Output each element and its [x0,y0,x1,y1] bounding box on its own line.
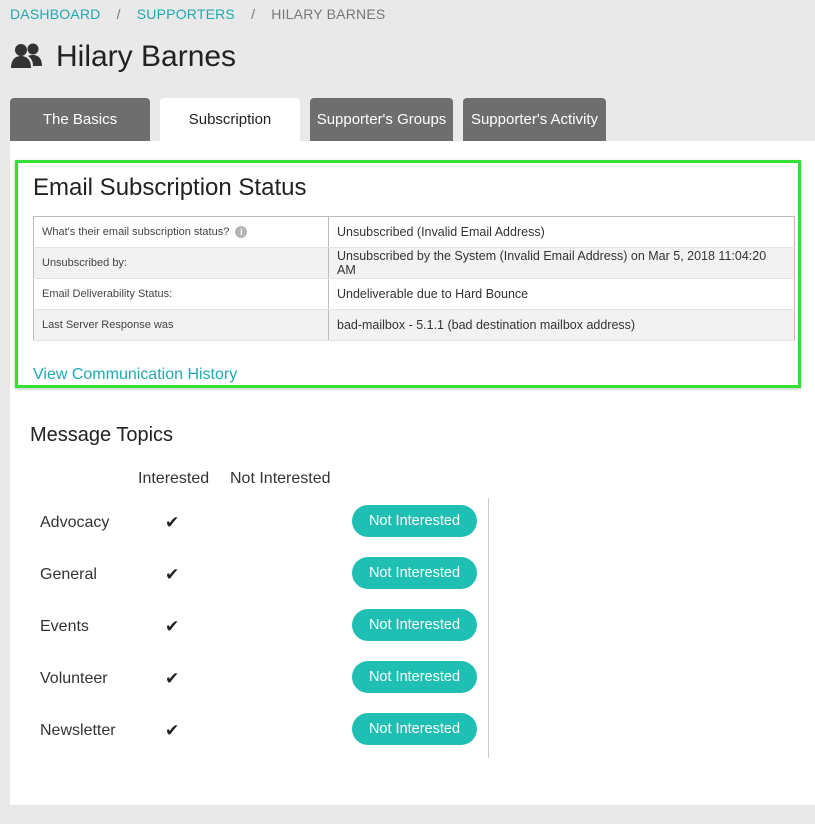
topic-name: General [40,566,97,583]
row-value: Unsubscribed by the System (Invalid Emai… [328,247,795,279]
row-label: Last Server Response was [33,309,329,341]
divider [488,498,489,758]
breadcrumb-separator: / [116,6,121,22]
not-interested-button[interactable]: Not Interested [352,713,477,745]
table-row: Email Deliverability Status: Undeliverab… [33,278,795,310]
section-title: Email Subscription Status [33,174,307,201]
row-value: Undeliverable due to Hard Bounce [328,278,795,310]
breadcrumb: DASHBOARD / SUPPORTERS / HILARY BARNES [10,6,385,22]
column-header-interested: Interested [138,470,210,487]
topic-name: Newsletter [40,722,116,739]
breadcrumb-dashboard-link[interactable]: DASHBOARD [10,6,100,22]
row-value: Unsubscribed (Invalid Email Address) [328,216,795,248]
view-communication-history-link[interactable]: View Communication History [33,366,237,384]
topic-row-newsletter: Newsletter ✔ Not Interested [40,713,490,774]
breadcrumb-current: HILARY BARNES [271,6,386,22]
tab-bar: The Basics Subscription Supporter's Grou… [10,98,616,141]
page-header: Hilary Barnes [10,40,236,74]
column-header-not-interested: Not Interested [230,470,331,487]
check-icon: ✔ [165,565,180,584]
check-icon: ✔ [165,513,180,532]
tab-the-basics[interactable]: The Basics [10,98,150,141]
info-icon[interactable]: i [235,226,248,239]
check-icon: ✔ [165,721,180,740]
topic-name: Events [40,618,89,635]
not-interested-button[interactable]: Not Interested [352,661,477,693]
topic-name: Volunteer [40,670,108,687]
row-label: Email Deliverability Status: [33,278,329,310]
row-value: bad-mailbox - 5.1.1 (bad destination mai… [328,309,795,341]
not-interested-button[interactable]: Not Interested [352,609,477,641]
table-row: Last Server Response was bad-mailbox - 5… [33,309,795,341]
users-icon [11,43,42,68]
topic-name: Advocacy [40,514,110,531]
breadcrumb-separator: / [251,6,256,22]
page-title: Hilary Barnes [56,40,237,73]
row-label-text: What's their email subscription status? [42,225,230,238]
email-subscription-status-section: Email Subscription Status What's their e… [15,160,801,388]
row-label: Unsubscribed by: [33,247,329,279]
table-row: Unsubscribed by: Unsubscribed by the Sys… [33,247,795,279]
not-interested-button[interactable]: Not Interested [352,557,477,589]
not-interested-button[interactable]: Not Interested [352,505,477,537]
table-row: What's their email subscription status? … [33,216,795,248]
subscription-status-table: What's their email subscription status? … [33,216,795,341]
breadcrumb-supporters-link[interactable]: SUPPORTERS [137,6,235,22]
row-label: What's their email subscription status? … [33,216,329,248]
check-icon: ✔ [165,617,180,636]
check-icon: ✔ [165,669,180,688]
main-panel: Email Subscription Status What's their e… [10,141,815,805]
message-topics-title: Message Topics [30,424,174,446]
tab-subscription[interactable]: Subscription [160,98,300,141]
tab-supporters-activity[interactable]: Supporter's Activity [463,98,606,141]
tab-supporters-groups[interactable]: Supporter's Groups [310,98,453,141]
